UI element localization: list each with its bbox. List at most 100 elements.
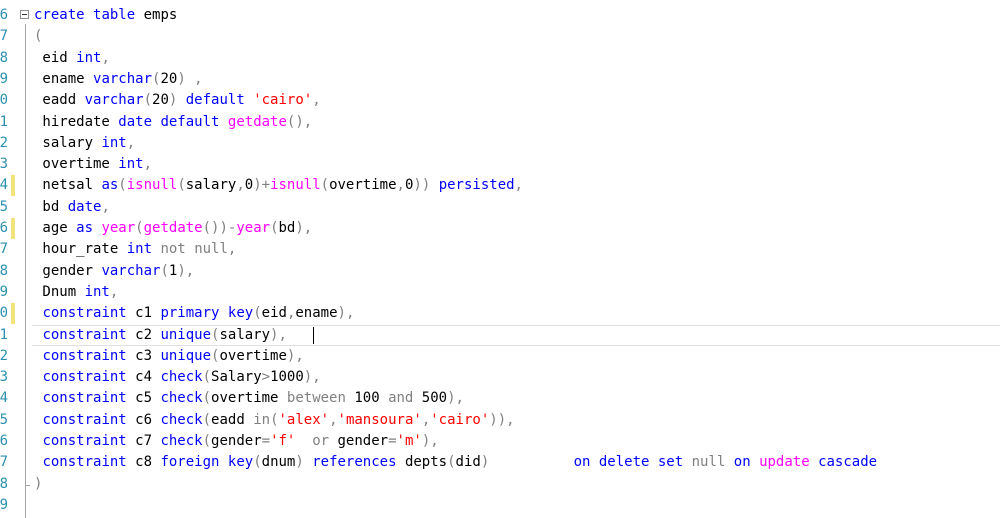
code-token: c3 <box>126 347 161 364</box>
code-token: as <box>76 220 94 236</box>
code-token: hour_rate <box>34 241 127 258</box>
code-line[interactable]: create table emps <box>34 5 177 26</box>
code-token: create <box>34 7 85 23</box>
code-token: date <box>67 198 102 215</box>
code-token: constraint <box>42 411 127 428</box>
code-token: = <box>261 433 271 449</box>
code-token: constraint <box>42 454 127 471</box>
code-token: 20 <box>160 70 178 87</box>
code-token: , <box>421 411 431 428</box>
code-token: check <box>160 433 203 449</box>
code-token: , <box>514 177 523 194</box>
code-line[interactable]: hiredate date default getdate(), <box>34 112 312 133</box>
code-line[interactable]: netsal as(isnull(salary,0)+isnull(overti… <box>34 175 523 196</box>
code-token: bd <box>278 220 296 236</box>
code-token: , <box>236 177 245 194</box>
code-area[interactable]: create table emps ( eid int, ename varcha… <box>0 0 1000 518</box>
code-line[interactable]: eid int, <box>34 48 110 69</box>
code-token: or <box>312 433 330 449</box>
code-token: not <box>160 241 186 258</box>
code-token: check <box>160 369 203 386</box>
code-line[interactable]: gender varchar(1), <box>34 261 194 282</box>
code-line[interactable]: constraint c7 check(gender='f' or gender… <box>34 431 439 452</box>
code-line[interactable]: salary int, <box>34 133 135 154</box>
code-token: dnum <box>261 454 296 471</box>
code-token: )) <box>413 177 439 194</box>
sql-editor[interactable]: 678901234567890123456789 create table em… <box>0 0 1000 518</box>
code-token: constraint <box>42 305 127 322</box>
code-line[interactable]: Dnum int, <box>34 282 118 303</box>
text-caret <box>313 326 314 344</box>
code-token: and <box>388 390 414 407</box>
code-line[interactable]: constraint c6 check(eadd in('alex','mans… <box>34 410 514 431</box>
code-token: 'alex' <box>278 411 330 428</box>
code-token: , <box>101 49 110 66</box>
code-token: c8 <box>126 454 161 471</box>
code-token: as <box>101 177 119 194</box>
code-token: did <box>455 454 481 471</box>
code-token: ) <box>34 475 43 492</box>
code-token: > <box>261 369 271 386</box>
code-line[interactable]: ename varchar(20) , <box>34 69 203 90</box>
code-token: varchar <box>84 92 144 109</box>
code-token: ( <box>202 433 212 449</box>
code-token: , <box>109 283 119 300</box>
code-line[interactable]: constraint c2 unique(salary), <box>34 325 295 346</box>
code-token: c2 <box>126 326 161 343</box>
code-token: foreign <box>160 454 220 471</box>
code-token: Dnum <box>34 283 85 300</box>
code-line[interactable]: ( <box>34 26 42 47</box>
code-line[interactable]: ) <box>34 474 42 495</box>
code-token: ) , <box>177 70 203 87</box>
code-token: ( <box>253 454 262 471</box>
code-token: 'f' <box>270 433 296 449</box>
code-token: eid <box>261 305 287 322</box>
code-token: key <box>227 305 254 322</box>
code-token: int <box>101 134 127 151</box>
code-token: 500 <box>413 390 448 407</box>
code-token: on <box>733 454 751 471</box>
code-token: isnull <box>126 177 178 194</box>
code-token: isnull <box>270 177 321 194</box>
code-token: hiredate <box>34 113 119 130</box>
code-token: 'cairo' <box>253 92 313 109</box>
code-token: key <box>227 454 254 471</box>
code-token: overtime <box>219 347 287 364</box>
code-line[interactable]: eadd varchar(20) default 'cairo', <box>34 90 320 111</box>
code-token: constraint <box>42 390 127 407</box>
code-line[interactable]: age as year(getdate())-year(bd), <box>34 218 312 239</box>
code-line[interactable]: overtime int, <box>34 154 152 175</box>
code-line[interactable]: constraint c3 unique(overtime), <box>34 346 304 367</box>
code-token: c7 <box>126 433 161 449</box>
code-token: gender <box>329 433 389 449</box>
code-token: constraint <box>42 326 127 343</box>
code-token: ), <box>447 390 464 407</box>
code-token: salary <box>34 134 102 151</box>
code-token: ), <box>421 433 439 449</box>
code-line[interactable]: constraint c4 check(Salary>1000), <box>34 367 320 388</box>
code-token: eadd <box>34 92 85 109</box>
code-token: 100 <box>345 390 389 407</box>
code-token: update <box>759 454 810 471</box>
code-line[interactable]: constraint c8 foreign key(dnum) referenc… <box>34 452 877 473</box>
code-token: ( <box>34 28 43 45</box>
code-line[interactable]: constraint c5 check(overtime between 100… <box>34 388 464 409</box>
code-line[interactable]: hour_rate int not null, <box>34 239 236 260</box>
code-token: gender <box>211 433 262 449</box>
code-token: 1000 <box>270 369 304 386</box>
code-token: ), <box>286 347 304 364</box>
code-line[interactable]: bd date, <box>34 197 109 218</box>
code-token: ename <box>295 305 338 322</box>
code-token: on <box>573 454 591 471</box>
code-token: set <box>657 454 684 471</box>
code-token: null <box>691 454 726 471</box>
code-token: ( <box>143 92 153 109</box>
code-line[interactable]: constraint c1 primary key(eid,ename), <box>34 303 354 324</box>
